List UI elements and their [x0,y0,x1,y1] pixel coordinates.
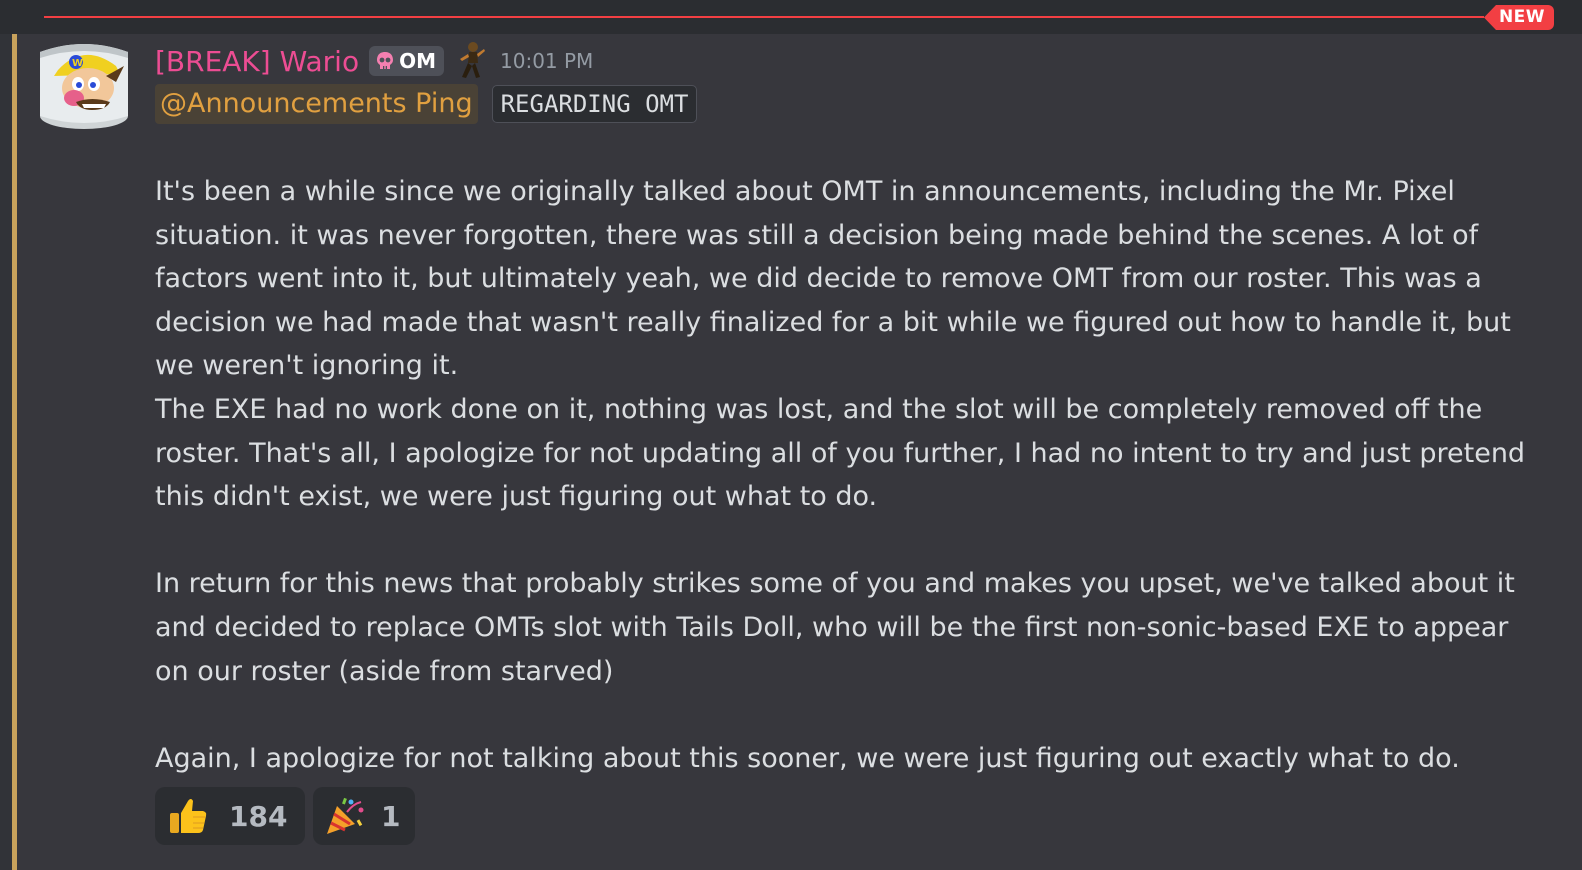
username[interactable]: [BREAK] Wario [155,45,359,78]
inline-code: REGARDING OMT [491,85,698,123]
text-line: decision we had made that wasn't really … [155,306,1511,338]
text-line: on our roster (aside from starved) [155,655,614,687]
text-line: we weren't ignoring it. [155,350,459,382]
role-character-icon[interactable] [456,41,486,81]
server-tag-label: OM [399,49,436,73]
reaction-thumbs-up[interactable]: 184 [155,787,305,845]
reaction-count: 1 [381,799,401,833]
text-line: Again, I apologize for not talking about… [155,742,1460,774]
chat-view: NEW W [BREAK] Wario OM 10:01 PM @Announc… [0,0,1582,870]
thumbs-up-icon [170,799,207,833]
reactions-bar: 184 1 [155,787,423,845]
timestamp[interactable]: 10:01 PM [500,49,593,73]
mention-highlight-bar [12,34,17,870]
text-line: this didn't exist, we were just figuring… [155,481,878,513]
text-line: In return for this news that probably st… [155,568,1515,600]
message-header: [BREAK] Wario OM 10:01 PM [155,38,593,84]
reaction-count: 184 [229,799,288,833]
text-line: situation. it was never forgotten, there… [155,219,1479,251]
text-line: factors went into it, but ultimately yea… [155,263,1482,295]
avatar[interactable]: W [36,36,132,132]
new-messages-divider [44,16,1484,18]
text-line: and decided to replace OMTs slot with Ta… [155,611,1509,643]
party-popper-icon [327,797,364,834]
text-line: The EXE had no work done on it, nothing … [155,393,1483,425]
text-line: It's been a while since we originally ta… [155,176,1455,207]
message-content: It's been a while since we originally ta… [155,170,1555,780]
svg-text:W: W [72,58,83,69]
skull-icon [377,52,394,69]
new-badge: NEW [1484,5,1554,30]
server-tag[interactable]: OM [369,46,444,76]
message-heading-line: @Announcements Ping REGARDING OMT [155,84,698,124]
role-mention[interactable]: @Announcements Ping [155,84,478,124]
reaction-party[interactable]: 1 [313,787,415,845]
text-line: roster. That's all, I apologize for not … [155,437,1526,469]
